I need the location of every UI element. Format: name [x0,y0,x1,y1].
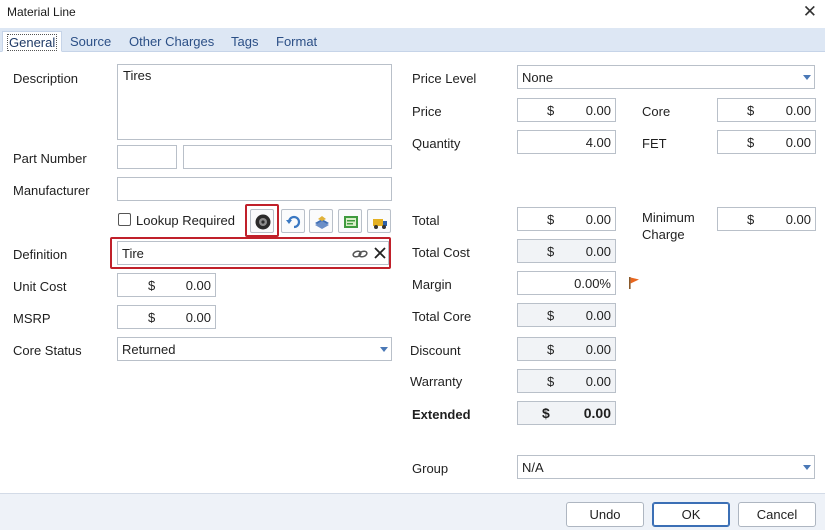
quantity-value: 4.00 [585,135,611,150]
order-button[interactable] [367,209,391,233]
discount-value: 0.00 [585,342,611,357]
tab-other-charges[interactable]: Other Charges [125,31,218,52]
catalog-button[interactable] [309,209,333,233]
extended-label: Extended [412,407,471,422]
price-level-label: Price Level [412,71,477,86]
core-status-value: Returned [122,342,176,357]
margin-value: 0.00% [574,276,611,291]
total-label: Total [412,213,440,228]
minimum-charge-label-line2: Charge [642,227,685,242]
total-cost-field: $ 0.00 [517,239,616,263]
ok-button[interactable]: OK [652,502,730,527]
warranty-field: $ 0.00 [517,369,616,393]
unit-cost-value: 0.00 [185,278,211,293]
description-value: Tires [123,68,152,83]
books-icon [315,216,329,229]
definition-input[interactable]: Tire [117,241,389,265]
part-number-label: Part Number [13,151,87,166]
tab-source[interactable]: Source [66,31,115,52]
unit-cost-label: Unit Cost [13,279,67,294]
dialog-footer: Undo OK Cancel [0,493,825,530]
price-level-select[interactable]: None [517,65,815,89]
chevron-down-icon [380,347,388,352]
lookup-required-checkbox[interactable] [118,213,131,226]
minimum-charge-label-line1: Minimum [642,210,695,225]
core-input[interactable]: $ 0.00 [717,98,816,122]
undo-lookup-button[interactable] [281,209,305,233]
undo-arrow-icon [286,215,301,229]
core-label: Core [642,104,671,119]
price-level-value: None [522,70,554,85]
fet-label: FET [642,136,667,151]
part-number-prefix-input[interactable] [117,145,177,169]
close-icon[interactable]: ✕ [803,2,817,22]
discount-field: $ 0.00 [517,337,616,361]
price-input[interactable]: $ 0.00 [517,98,616,122]
fet-input[interactable]: $ 0.00 [717,130,816,154]
document-icon [344,216,358,228]
manufacturer-label: Manufacturer [13,183,90,198]
chevron-down-icon [803,75,811,80]
total-input[interactable]: $ 0.00 [517,207,616,231]
warranty-value: 0.00 [585,374,611,389]
discount-label: Discount [410,343,461,358]
cancel-button[interactable]: Cancel [738,502,816,527]
quantity-input[interactable]: 4.00 [517,130,616,154]
tire-lookup-button[interactable] [250,209,274,233]
margin-input[interactable]: 0.00% [517,271,616,295]
group-label: Group [412,461,449,476]
core-value: 0.00 [785,103,811,118]
core-status-select[interactable]: Returned [117,337,392,361]
minimum-charge-value: 0.00 [785,212,811,227]
chevron-down-icon [803,465,811,470]
manufacturer-input[interactable] [117,177,392,201]
tab-general[interactable]: General [2,31,63,52]
price-label: Price [412,104,442,119]
msrp-value: 0.00 [185,310,211,325]
core-status-label: Core Status [13,343,82,358]
total-value: 0.00 [585,212,611,227]
clear-icon[interactable] [374,247,386,259]
title-bar: Material Line ✕ [0,0,825,26]
price-list-button[interactable] [338,209,362,233]
tire-icon [255,214,271,230]
margin-label: Margin [412,277,452,292]
price-value: 0.00 [585,103,611,118]
total-cost-value: 0.00 [585,244,611,259]
warranty-label: Warranty [410,374,463,389]
flag-icon[interactable] [627,276,641,290]
extended-field: $ 0.00 [517,401,616,425]
undo-button[interactable]: Undo [566,502,644,527]
minimum-charge-input[interactable]: $ 0.00 [717,207,816,231]
tab-tags[interactable]: Tags [227,31,262,52]
tab-format[interactable]: Format [272,31,321,52]
part-number-input[interactable] [183,145,392,169]
description-input[interactable]: Tires [117,64,392,140]
fet-value: 0.00 [785,135,811,150]
extended-value: 0.00 [583,405,611,421]
definition-value: Tire [122,246,144,261]
truck-icon [373,219,387,229]
tab-bar: General Source Other Charges Tags Format [0,28,825,52]
group-value: N/A [522,460,544,475]
total-core-label: Total Core [412,309,472,324]
total-cost-label: Total Cost [412,245,470,260]
definition-label: Definition [13,247,68,262]
window-title: Material Line [7,5,76,19]
msrp-input[interactable]: $ 0.00 [117,305,216,329]
quantity-label: Quantity [412,136,461,151]
group-select[interactable]: N/A [517,455,815,479]
link-icon[interactable] [352,248,368,260]
total-core-value: 0.00 [585,308,611,323]
unit-cost-input[interactable]: $ 0.00 [117,273,216,297]
msrp-label: MSRP [13,311,51,326]
description-label: Description [13,71,79,86]
lookup-required-label: Lookup Required [136,213,236,228]
total-core-field: $ 0.00 [517,303,616,327]
